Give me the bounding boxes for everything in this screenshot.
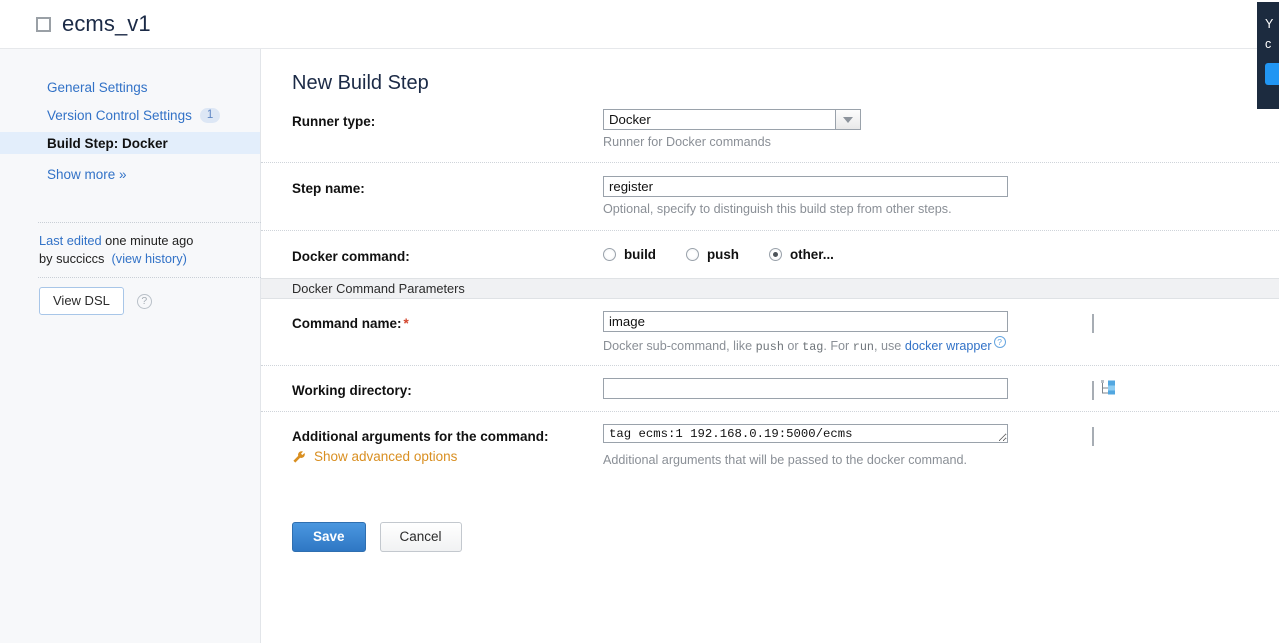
row-working-directory: Working directory: — [261, 366, 1279, 411]
row-step-name: Step name: Optional, specify to distingu… — [261, 163, 1279, 230]
required-marker: * — [403, 316, 409, 331]
wrench-icon — [293, 450, 305, 463]
command-name-label-text: Command name: — [292, 316, 402, 331]
radio-build-label: build — [624, 247, 656, 262]
last-edited-prefix: Last edited — [39, 233, 102, 248]
top-bar: ecms_v1 — [0, 0, 1279, 49]
show-advanced-options-link[interactable]: Show advanced options — [292, 449, 457, 464]
docker-wrapper-link[interactable]: docker wrapper — [905, 339, 992, 353]
list-edit-icon[interactable] — [1092, 314, 1094, 333]
sidebar-item-label: Build Step: Docker — [47, 135, 168, 151]
radio-other-label: other... — [789, 247, 834, 262]
radio-icon-selected[interactable] — [768, 248, 782, 261]
hint-code-push: push — [755, 340, 784, 355]
last-edited-info: Last edited one minute ago by succiccs (… — [39, 232, 254, 268]
sidebar: General Settings Version Control Setting… — [0, 49, 261, 643]
row-runner-type: Runner type: Docker Runner for Docker co… — [261, 109, 1279, 162]
question-mark-icon[interactable]: ? — [136, 293, 152, 309]
hint-code-tag: tag — [802, 340, 824, 355]
radio-other[interactable]: other... — [768, 247, 834, 262]
hint-code-run: run — [852, 340, 874, 355]
row-docker-command: Docker command: build push other... — [261, 231, 1279, 278]
step-name-input[interactable] — [603, 176, 1008, 197]
hint-part-3: . For — [823, 339, 853, 354]
radio-build[interactable]: build — [603, 247, 656, 262]
sidebar-divider-2 — [38, 277, 261, 278]
sidebar-item-version-control-settings[interactable]: Version Control Settings 1 — [0, 104, 260, 126]
sidebar-nav: General Settings Version Control Setting… — [0, 49, 260, 185]
additional-arguments-textarea[interactable]: tag ecms:1 192.168.0.19:5000/ecms — [603, 424, 1008, 444]
notification-panel: Y c — [1257, 2, 1279, 109]
step-name-hint: Optional, specify to distinguish this bu… — [603, 202, 952, 216]
hint-part-1: Docker sub-command, like — [603, 339, 756, 354]
sidebar-item-build-step-docker[interactable]: Build Step: Docker — [0, 132, 260, 154]
runner-type-label: Runner type: — [292, 114, 376, 129]
square-outline-icon[interactable] — [36, 16, 51, 32]
view-history-link[interactable]: (view history) — [112, 251, 187, 266]
working-directory-label: Working directory: — [292, 383, 412, 399]
sidebar-item-label: Version Control Settings — [47, 107, 192, 123]
sidebar-divider — [38, 222, 261, 223]
sidebar-item-show-more[interactable]: Show more » — [0, 163, 260, 185]
sidebar-item-label: Show more » — [47, 166, 127, 182]
docker-command-radio-group: build push other... — [603, 244, 1279, 262]
additional-arguments-hint: Additional arguments that will be passed… — [603, 453, 968, 468]
command-name-hint: Docker sub-command, like push or tag. Fo… — [603, 336, 1279, 355]
radio-icon[interactable] — [603, 248, 616, 261]
sidebar-item-general-settings[interactable]: General Settings — [0, 76, 260, 98]
cancel-button[interactable]: Cancel — [379, 522, 462, 552]
row-additional-arguments: Additional arguments for the command: ta… — [261, 412, 1279, 478]
chevron-down-icon[interactable] — [835, 109, 861, 130]
list-edit-icon[interactable] — [1092, 381, 1094, 401]
hint-part-2: or — [783, 339, 803, 354]
command-name-input[interactable] — [603, 311, 1008, 332]
radio-push[interactable]: push — [685, 247, 739, 262]
save-button[interactable]: Save — [292, 522, 366, 552]
runner-type-value[interactable]: Docker — [603, 109, 835, 130]
page-root: ecms_v1 General Settings Version Control… — [0, 0, 1279, 643]
radio-push-label: push — [706, 247, 739, 262]
notification-line-2: c — [1265, 37, 1272, 51]
list-edit-icon[interactable] — [1092, 427, 1094, 447]
notification-line-1: Y — [1265, 17, 1274, 31]
last-edited-time: one minute ago — [101, 233, 194, 248]
working-directory-input[interactable] — [603, 378, 1008, 400]
command-name-label: Command name: * — [261, 311, 603, 355]
section-header-docker-command-parameters: Docker Command Parameters — [261, 278, 1279, 299]
form-actions: Save Cancel — [292, 522, 462, 552]
hint-part-4: , use — [874, 339, 905, 354]
notification-accept-button[interactable] — [1265, 63, 1279, 85]
sidebar-item-badge: 1 — [199, 107, 221, 123]
view-dsl-button[interactable]: View DSL — [39, 287, 124, 315]
main-content: New Build Step Runner type: Docker Runne… — [261, 49, 1279, 643]
step-name-label: Step name: — [292, 181, 365, 196]
form-heading: New Build Step — [292, 72, 429, 94]
runner-type-select[interactable]: Docker — [603, 109, 861, 130]
row-command-name: Command name:* Docker sub-command, like … — [261, 299, 1279, 365]
last-edited-author: by succiccs — [39, 251, 105, 266]
page-title: ecms_v1 — [62, 11, 151, 36]
radio-icon[interactable] — [685, 248, 699, 261]
docker-command-label: Docker command: — [292, 249, 410, 264]
show-advanced-options-label: Show advanced options — [314, 449, 458, 464]
tree-browse-icon[interactable] — [1101, 380, 1118, 400]
build-step-form: Runner type: Docker Runner for Docker co… — [261, 109, 1279, 478]
question-mark-icon[interactable]: ? — [993, 336, 1006, 348]
runner-type-hint: Runner for Docker commands — [603, 135, 771, 149]
sidebar-item-label: General Settings — [47, 79, 148, 95]
view-dsl-row: View DSL ? — [39, 287, 152, 315]
